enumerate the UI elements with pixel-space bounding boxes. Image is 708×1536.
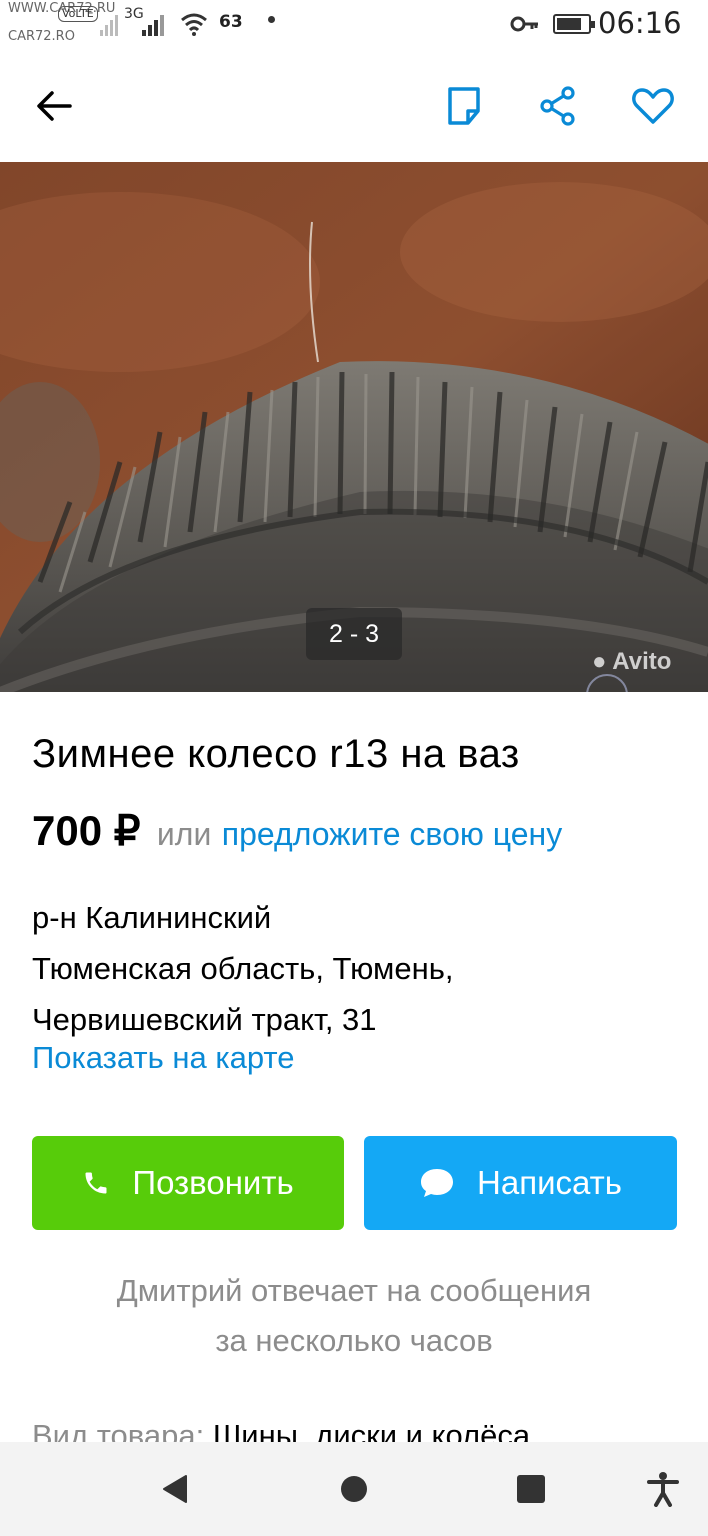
address-region: Тюменская область, Тюмень, bbox=[32, 951, 454, 986]
share-button[interactable] bbox=[530, 78, 586, 134]
seller-response-note: Дмитрий отвечает на сообщения за несколь… bbox=[0, 1266, 708, 1366]
heart-icon bbox=[632, 88, 674, 124]
app-header bbox=[0, 50, 708, 162]
circle-home-icon bbox=[341, 1476, 367, 1502]
avito-watermark: ● Avito bbox=[592, 648, 671, 676]
notification-count: 63 bbox=[219, 12, 243, 32]
show-on-map-link[interactable]: Показать на карте bbox=[32, 1040, 295, 1076]
listing-photo[interactable]: 2 - 3 ● Avito bbox=[0, 162, 708, 692]
accessibility-button[interactable] bbox=[638, 1464, 688, 1514]
back-button[interactable] bbox=[26, 78, 82, 134]
signal-icon bbox=[100, 15, 118, 36]
seller-note-line2: за несколько часов bbox=[215, 1323, 493, 1358]
note-icon bbox=[448, 87, 480, 125]
battery-icon bbox=[553, 14, 595, 34]
square-recents-icon bbox=[517, 1475, 545, 1503]
note-button[interactable] bbox=[436, 78, 492, 134]
photo-counter: 2 - 3 bbox=[306, 608, 402, 660]
nav-home-button[interactable] bbox=[329, 1464, 379, 1514]
accessibility-icon bbox=[647, 1472, 679, 1507]
nav-recents-button[interactable] bbox=[506, 1464, 556, 1514]
signal-strength-icon bbox=[142, 15, 164, 36]
key-icon bbox=[510, 16, 538, 32]
address-district: р-н Калининский bbox=[32, 900, 272, 935]
wifi-icon bbox=[181, 13, 207, 36]
status-bar: WWW.CAR72.RU CAR72.RO VoLTE 3G 63 06:16 bbox=[0, 0, 708, 50]
volte-badge: VoLTE bbox=[58, 6, 98, 22]
message-button[interactable]: Написать bbox=[364, 1136, 677, 1230]
avito-watermark-text: Avito bbox=[612, 648, 672, 675]
clock: 06:16 bbox=[598, 6, 682, 40]
share-icon bbox=[540, 86, 575, 126]
seller-note-line1: Дмитрий отвечает на сообщения bbox=[116, 1273, 592, 1308]
phone-icon bbox=[85, 1172, 107, 1194]
triangle-back-icon bbox=[163, 1475, 187, 1503]
system-nav-bar bbox=[0, 1442, 708, 1536]
arrow-left-icon bbox=[37, 91, 72, 121]
message-button-label: Написать bbox=[477, 1164, 622, 1201]
listing-title: Зимнее колесо r13 на ваз bbox=[32, 732, 520, 776]
call-button-label: Позвонить bbox=[132, 1164, 294, 1201]
favorite-button[interactable] bbox=[625, 78, 681, 134]
address-street: Червишевский тракт, 31 bbox=[32, 1002, 377, 1037]
avito-logo-icon: ● bbox=[592, 648, 607, 675]
price-or: или bbox=[156, 816, 212, 852]
price-row: 700 ₽ или предложите свою цену bbox=[32, 806, 562, 855]
offer-price-link[interactable]: предложите свою цену bbox=[222, 816, 562, 852]
notification-dot-icon bbox=[268, 16, 275, 23]
address: р-н Калининский Тюменская область, Тюмен… bbox=[32, 892, 453, 1045]
call-button[interactable]: Позвонить bbox=[32, 1136, 344, 1230]
chat-bubble-icon bbox=[421, 1169, 454, 1197]
nav-back-button[interactable] bbox=[150, 1464, 200, 1514]
price: 700 ₽ bbox=[32, 807, 141, 854]
